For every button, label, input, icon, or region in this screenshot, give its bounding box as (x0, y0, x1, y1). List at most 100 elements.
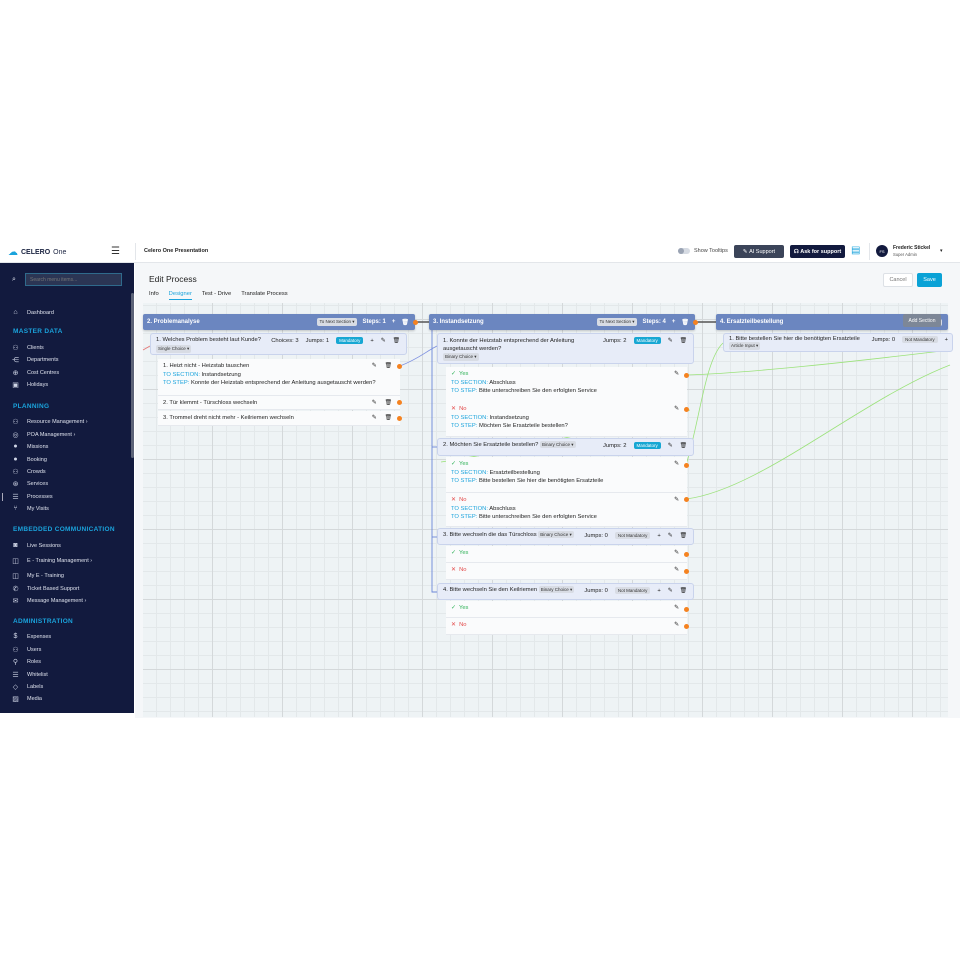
connector-handle[interactable] (684, 497, 689, 502)
edit-pencil-icon[interactable]: ✎ (372, 399, 377, 408)
section-header[interactable]: 2. Problemanalyse To Next Section ▾ Steps… (143, 314, 415, 330)
trash-icon[interactable]: 🗑 (393, 338, 400, 344)
not-mandatory-badge[interactable]: Not Mandatory (614, 587, 651, 594)
trash-icon[interactable]: 🗑 (385, 399, 392, 408)
connector-handle[interactable] (684, 624, 689, 629)
trash-icon[interactable]: 🗑 (401, 319, 409, 326)
edit-pencil-icon[interactable]: ✎ (674, 460, 679, 469)
add-icon[interactable]: + (672, 319, 676, 325)
trash-icon[interactable]: 🗑 (680, 338, 687, 344)
edit-pencil-icon[interactable]: ✎ (668, 533, 673, 539)
edit-pencil-icon[interactable]: ✎ (674, 370, 679, 379)
step-type-dropdown[interactable]: Binary Choice ▾ (538, 586, 575, 593)
connector-handle[interactable] (684, 373, 689, 378)
edit-pencil-icon[interactable]: ✎ (372, 414, 377, 423)
answer-yes[interactable]: ✓ Yes TO SECTION: Ersatzteilbestellung T… (446, 457, 687, 493)
step-card[interactable]: 1. Konnte der Heizstab entsprechend der … (437, 333, 694, 364)
step-type-dropdown[interactable]: Binary Choice ▾ (538, 531, 574, 538)
trash-icon[interactable]: 🗑 (680, 443, 687, 449)
choice-item[interactable]: 1. Heizt nicht - Heizstab tauschen TO SE… (158, 359, 400, 396)
jumps-count: Jumps: 0 (584, 532, 608, 539)
jumps-count: Jumps: 1 (305, 337, 330, 344)
next-section-dropdown[interactable]: To Next Section ▾ (317, 318, 357, 326)
edit-pencil-icon[interactable]: ✎ (372, 362, 377, 371)
trash-icon[interactable]: 🗑 (681, 319, 689, 326)
next-section-dropdown[interactable]: To Next Section ▾ (597, 318, 637, 326)
step-card[interactable]: 4. Bitte wechseln Sie den Keilriemen Bin… (437, 583, 694, 600)
edit-pencil-icon[interactable]: ✎ (674, 405, 679, 414)
step-question: 3. Bitte wechseln die das Türschloss (443, 532, 537, 538)
x-icon: ✕ (451, 406, 456, 412)
mandatory-badge[interactable]: Mandatory (336, 337, 364, 344)
answer-label: Yes (458, 461, 469, 467)
step-card[interactable]: 3. Bitte wechseln die das Türschloss Bin… (437, 528, 694, 545)
answer-label: No (459, 406, 467, 412)
answer-no[interactable]: ✕ No ✎ (446, 563, 687, 580)
x-icon: ✕ (451, 622, 456, 628)
add-icon[interactable]: + (392, 319, 396, 325)
answer-yes[interactable]: ✓ Yes ✎ (446, 601, 687, 618)
edit-pencil-icon[interactable]: ✎ (674, 621, 679, 630)
step-card[interactable]: 1. Welches Problem besteht laut Kunde? S… (150, 333, 407, 355)
edit-pencil-icon[interactable]: ✎ (668, 443, 673, 449)
connector-handle[interactable] (684, 407, 689, 412)
choice-item[interactable]: 2. Tür klemmt - Türschloss wechseln ✎ 🗑 (158, 396, 400, 410)
target-step: Bitte unterschreiben Sie den erfolgten S… (478, 514, 597, 521)
mandatory-badge[interactable]: Mandatory (633, 442, 661, 449)
choice-item[interactable]: 3. Trommel dreht nicht mehr - Keilriemen… (158, 411, 400, 426)
step-type-dropdown[interactable]: Single Choice ▾ (156, 345, 192, 353)
mandatory-badge[interactable]: Mandatory (633, 337, 661, 344)
steps-count: Steps: 4 (642, 319, 666, 325)
connector-line (685, 364, 951, 500)
not-mandatory-badge[interactable]: Not Mandatory (614, 532, 651, 539)
answer-no[interactable]: ✕ No ✎ (446, 618, 687, 635)
connector-handle[interactable] (684, 607, 689, 612)
target-section: Instandsetzung (489, 414, 529, 421)
section-header[interactable]: 3. Instandsetzung To Next Section ▾ Steps… (429, 314, 695, 330)
connector-line (685, 349, 951, 376)
connector-handle[interactable] (684, 463, 689, 468)
trash-icon[interactable]: 🗑 (385, 414, 392, 423)
edit-pencil-icon[interactable]: ✎ (668, 588, 673, 594)
add-icon[interactable]: + (657, 533, 660, 539)
add-icon[interactable]: + (657, 588, 660, 594)
trash-icon[interactable]: 🗑 (680, 533, 687, 539)
add-icon[interactable]: + (945, 337, 948, 343)
steps-count: Steps: 1 (362, 319, 386, 325)
edit-pencil-icon[interactable]: ✎ (674, 496, 679, 505)
step-type-dropdown[interactable]: Binary Choice ▾ (443, 353, 479, 361)
not-mandatory-badge[interactable]: Not Mandatory (902, 336, 938, 343)
x-icon: ✕ (451, 497, 456, 503)
step-type-dropdown[interactable]: Binary Choice ▾ (540, 441, 576, 448)
connector-handle[interactable] (397, 364, 402, 369)
edit-pencil-icon[interactable]: ✎ (674, 566, 679, 575)
step-question: 4. Bitte wechseln Sie den Keilriemen (443, 587, 538, 593)
step-card[interactable]: 1. Bitte bestellen Sie hier die benötigt… (723, 333, 953, 352)
choice-text: 2. Tür klemmt - Türschloss wechseln (163, 400, 258, 406)
connector-handle[interactable] (397, 400, 402, 405)
edit-pencil-icon[interactable]: ✎ (674, 549, 679, 558)
connector-handle[interactable] (413, 320, 418, 325)
answer-yes[interactable]: ✓ Yes ✎ (446, 546, 687, 563)
answer-no[interactable]: ✕ No TO SECTION: Abschluss TO STEP: Bitt… (446, 493, 687, 527)
answer-label: Yes (458, 605, 469, 611)
connector-handle[interactable] (397, 416, 402, 421)
jumps-count: Jumps: 2 (602, 442, 627, 449)
to-step-label: TO STEP: (451, 388, 478, 395)
connector-handle[interactable] (684, 569, 689, 574)
edit-pencil-icon[interactable]: ✎ (381, 338, 386, 344)
target-section: Abschluss (489, 505, 516, 512)
edit-pencil-icon[interactable]: ✎ (668, 338, 673, 344)
edit-pencil-icon[interactable]: ✎ (674, 604, 679, 613)
step-card[interactable]: 2. Möchten Sie Ersatzteile bestellen? Bi… (437, 438, 694, 456)
target-step: Konnte der Heizstab entsprechend der Anl… (190, 380, 376, 387)
answer-label: No (459, 497, 467, 503)
answer-yes[interactable]: ✓ Yes TO SECTION: Abschluss TO STEP: Bit… (446, 367, 687, 403)
answer-no[interactable]: ✕ No TO SECTION: Instandsetzung TO STEP:… (446, 402, 687, 437)
trash-icon[interactable]: 🗑 (385, 362, 392, 371)
add-icon[interactable]: + (370, 338, 373, 344)
step-type-dropdown[interactable]: Article Input ▾ (729, 342, 761, 350)
connector-handle[interactable] (684, 552, 689, 557)
connector-handle[interactable] (693, 320, 698, 325)
trash-icon[interactable]: 🗑 (680, 588, 687, 594)
